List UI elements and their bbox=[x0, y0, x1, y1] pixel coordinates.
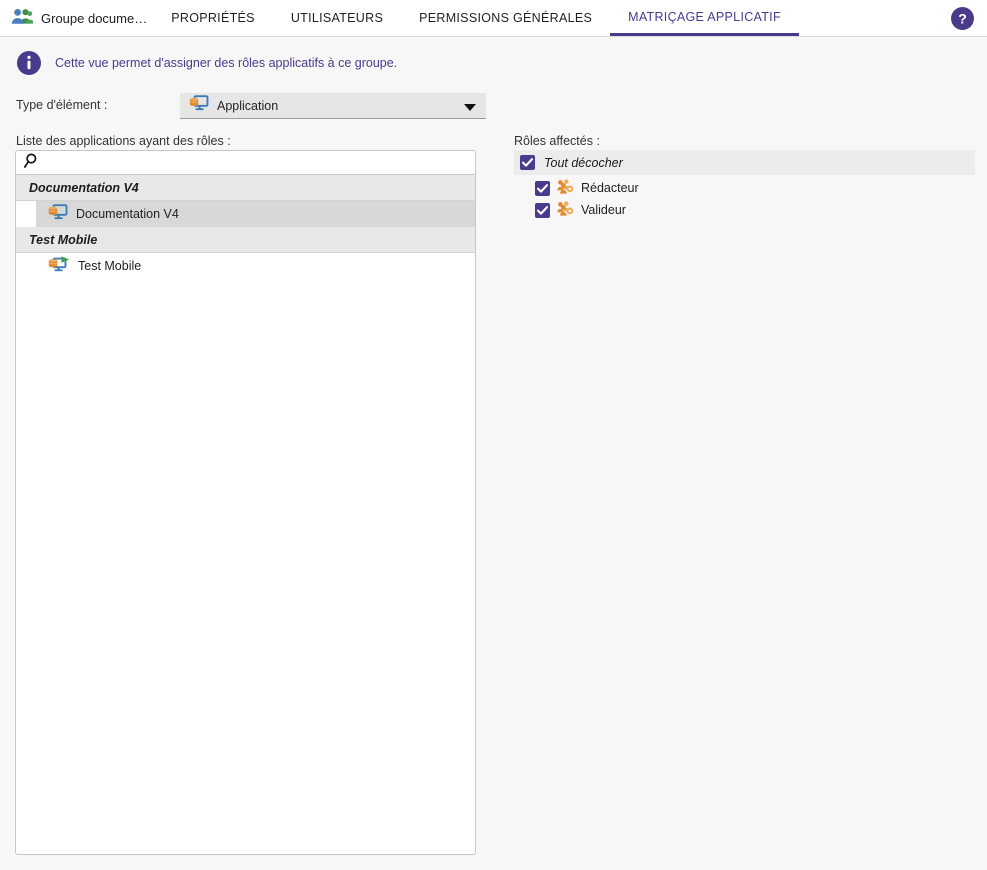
info-banner: Cette vue permet d'assigner des rôles ap… bbox=[0, 37, 987, 89]
tab-label: UTILISATEURS bbox=[290, 11, 384, 25]
row-indent bbox=[16, 253, 36, 279]
help-button[interactable]: ? bbox=[951, 7, 974, 30]
search-row[interactable] bbox=[16, 151, 475, 175]
tab-label: MATRIÇAGE APPLICATIF bbox=[628, 9, 781, 24]
tab-utilisateurs[interactable]: UTILISATEURS bbox=[273, 0, 401, 36]
tab-proprietes[interactable]: PROPRIÉTÉS bbox=[153, 0, 273, 36]
roles-select-all-row[interactable]: Tout décocher bbox=[514, 150, 975, 175]
row-indent bbox=[16, 201, 36, 227]
role-checkbox[interactable] bbox=[535, 202, 550, 218]
applications-list-panel: Documentation V4 Documentation V4 Test M… bbox=[15, 150, 476, 855]
app-list-item-test-mobile[interactable]: Test Mobile bbox=[16, 253, 475, 279]
role-label: Rédacteur bbox=[581, 181, 639, 195]
tab-matricage-applicatif[interactable]: MATRIÇAGE APPLICATIF bbox=[610, 0, 799, 36]
application-mobile-icon bbox=[48, 255, 70, 277]
element-type-select[interactable]: Application bbox=[180, 93, 486, 119]
roles-panel-heading: Rôles affectés : bbox=[514, 134, 600, 148]
element-type-value: Application bbox=[217, 98, 279, 113]
top-tab-bar: Groupe docume… PROPRIÉTÉS UTILISATEURS P… bbox=[0, 0, 987, 37]
application-icon bbox=[48, 203, 68, 225]
search-input[interactable] bbox=[38, 152, 475, 173]
info-circle-icon bbox=[17, 51, 41, 75]
info-banner-text: Cette vue permet d'assigner des rôles ap… bbox=[55, 56, 398, 70]
search-icon bbox=[23, 153, 38, 172]
help-circle-icon: ? bbox=[951, 7, 974, 33]
tab-label: PERMISSIONS GÉNÉRALES bbox=[419, 11, 593, 25]
role-group-icon bbox=[557, 201, 574, 219]
role-item-redacteur[interactable]: Rédacteur bbox=[514, 179, 975, 197]
element-type-row: Type d'élément : Application bbox=[0, 93, 987, 121]
application-icon bbox=[189, 95, 209, 116]
role-label: Valideur bbox=[581, 203, 626, 217]
apps-panel-heading: Liste des applications ayant des rôles : bbox=[16, 134, 231, 148]
roles-assigned-panel: Tout décocher Rédacteur Valideur bbox=[514, 150, 975, 219]
tab-permissions-generales[interactable]: PERMISSIONS GÉNÉRALES bbox=[401, 0, 610, 36]
svg-text:?: ? bbox=[958, 11, 967, 27]
roles-select-all-label: Tout décocher bbox=[544, 155, 623, 170]
chevron-down-icon[interactable] bbox=[464, 104, 476, 111]
roles-select-all-checkbox[interactable] bbox=[520, 155, 535, 170]
app-list-item-documentation-v4[interactable]: Documentation V4 bbox=[16, 201, 475, 227]
group-people-icon bbox=[11, 8, 34, 28]
role-checkbox[interactable] bbox=[535, 180, 550, 196]
role-group-icon bbox=[557, 179, 574, 197]
app-list-item-label: Test Mobile bbox=[78, 259, 142, 273]
app-group-header: Test Mobile bbox=[16, 227, 475, 253]
role-item-valideur[interactable]: Valideur bbox=[514, 201, 975, 219]
element-type-label: Type d'élément : bbox=[16, 98, 108, 112]
tab-label: PROPRIÉTÉS bbox=[171, 11, 255, 25]
group-title-chip: Groupe docume… bbox=[0, 0, 153, 36]
group-title-label: Groupe docume… bbox=[41, 10, 148, 26]
app-list-item-label: Documentation V4 bbox=[76, 207, 179, 221]
app-group-header: Documentation V4 bbox=[16, 175, 475, 201]
